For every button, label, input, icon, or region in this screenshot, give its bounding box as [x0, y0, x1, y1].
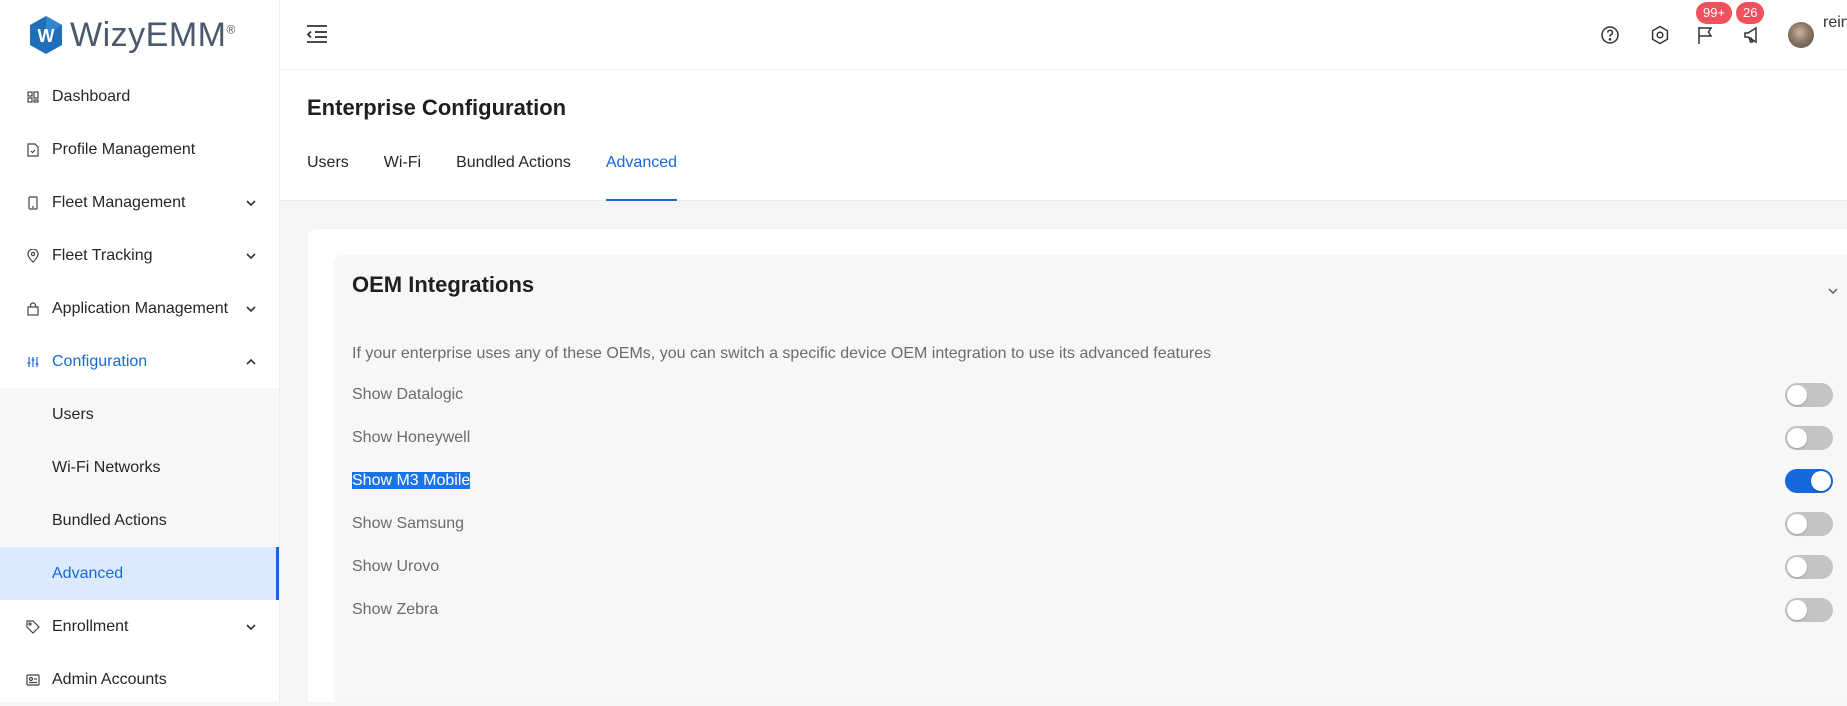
toggle-row-urovo: Show Urovo: [352, 555, 1833, 579]
toggle-label: Show Zebra: [352, 601, 439, 618]
chevron-up-icon: [246, 358, 256, 365]
dashboard-icon: [26, 90, 40, 104]
content-card: OEM Integrations If your enterprise uses…: [308, 229, 1847, 702]
avatar[interactable]: [1788, 22, 1814, 48]
notice-count-badge: 26: [1736, 2, 1765, 24]
oem-integrations-panel: OEM Integrations If your enterprise uses…: [334, 255, 1847, 702]
file-icon: [26, 142, 40, 157]
toggle-label: Show M3 Mobile: [352, 472, 1785, 490]
sliders-icon: [26, 355, 40, 369]
sidebar-item-enrollment[interactable]: Enrollment: [0, 600, 279, 653]
sidebar-item-application-management[interactable]: Application Management: [0, 282, 279, 335]
flag-count-badge: 99+: [1696, 2, 1733, 24]
sidebar-item-profile-management[interactable]: Profile Management: [0, 123, 279, 176]
tag-icon: [26, 619, 40, 634]
panel-title[interactable]: OEM Integrations: [352, 272, 534, 298]
m3-mobile-switch[interactable]: [1785, 469, 1833, 493]
sidebar: W WizyEMM® Dashboard Profile Management …: [0, 0, 280, 702]
logo[interactable]: W WizyEMM®: [0, 0, 279, 70]
chevron-down-icon[interactable]: [1827, 285, 1839, 297]
top-header: 99+ 26 rein: [280, 0, 1847, 70]
configuration-submenu: Users Wi-Fi Networks Bundled Actions Adv…: [0, 388, 279, 600]
sidebar-item-label: Dashboard: [52, 87, 131, 105]
sidebar-item-label: Application Management: [52, 299, 229, 317]
svg-text:W: W: [38, 26, 55, 46]
sidebar-item-advanced[interactable]: Advanced: [0, 547, 279, 600]
samsung-switch[interactable]: [1785, 512, 1833, 536]
chevron-down-icon: [246, 623, 256, 630]
sidebar-item-label: Fleet Management: [52, 193, 186, 211]
honeywell-switch[interactable]: [1785, 426, 1833, 450]
megaphone-icon[interactable]: [1743, 25, 1763, 45]
sidebar-item-wifi-networks[interactable]: Wi-Fi Networks: [0, 441, 279, 494]
sidebar-item-users[interactable]: Users: [0, 388, 279, 441]
sidebar-item-fleet-tracking[interactable]: Fleet Tracking: [0, 229, 279, 282]
user-name[interactable]: rein: [1823, 14, 1847, 32]
shopping-bag-icon: [26, 301, 40, 316]
toggle-label: Show Datalogic: [352, 386, 464, 403]
chevron-down-icon: [246, 199, 256, 206]
sidebar-item-label: Enrollment: [52, 617, 129, 635]
toggle-row-zebra: Show Zebra: [352, 598, 1833, 622]
panel-description: If your enterprise uses any of these OEM…: [352, 345, 1212, 362]
sidebar-item-label: Fleet Tracking: [52, 246, 153, 264]
sidebar-item-bundled-actions[interactable]: Bundled Actions: [0, 494, 279, 547]
help-icon[interactable]: [1600, 25, 1620, 45]
tab-users[interactable]: Users: [307, 154, 349, 201]
selected-text: Show M3 Mobile: [352, 472, 471, 489]
page-title: Enterprise Configuration: [307, 95, 567, 120]
toggle-row-samsung: Show Samsung: [352, 512, 1833, 536]
toggle-label: Show Samsung: [352, 515, 465, 532]
sidebar-item-configuration[interactable]: Configuration: [0, 335, 279, 388]
brand-name: WizyEMM®: [70, 15, 236, 54]
sidebar-item-admin-accounts[interactable]: Admin Accounts: [0, 653, 279, 706]
toggle-row-m3-mobile: Show M3 Mobile: [352, 469, 1833, 493]
flag-icon[interactable]: [1696, 25, 1716, 45]
toggle-label: Show Honeywell: [352, 429, 471, 446]
location-pin-icon: [26, 248, 40, 263]
mobile-icon: [26, 195, 40, 210]
settings-icon[interactable]: [1650, 25, 1670, 45]
tab-bar: Users Wi-Fi Bundled Actions Advanced: [307, 154, 678, 201]
toggle-row-honeywell: Show Honeywell: [352, 426, 1833, 450]
sidebar-item-dashboard[interactable]: Dashboard: [0, 70, 279, 123]
tab-advanced[interactable]: Advanced: [605, 154, 678, 201]
zebra-switch[interactable]: [1785, 598, 1833, 622]
datalogic-switch[interactable]: [1785, 383, 1833, 407]
menu-fold-icon[interactable]: [306, 24, 328, 44]
tab-wifi[interactable]: Wi-Fi: [384, 154, 421, 201]
chevron-down-icon: [246, 252, 256, 259]
page-header: Enterprise Configuration Users Wi-Fi Bun…: [280, 70, 1847, 201]
tab-bundled-actions[interactable]: Bundled Actions: [456, 154, 571, 201]
toggle-row-datalogic: Show Datalogic: [352, 383, 1833, 407]
id-card-icon: [26, 673, 40, 687]
wizyemm-logo-icon: W: [30, 16, 62, 54]
sidebar-item-label: Configuration: [52, 352, 148, 370]
sidebar-item-label: Profile Management: [52, 140, 196, 158]
urovo-switch[interactable]: [1785, 555, 1833, 579]
sidebar-item-fleet-management[interactable]: Fleet Management: [0, 176, 279, 229]
toggle-label: Show Urovo: [352, 558, 440, 575]
chevron-down-icon: [246, 305, 256, 312]
sidebar-item-label: Admin Accounts: [52, 670, 167, 688]
